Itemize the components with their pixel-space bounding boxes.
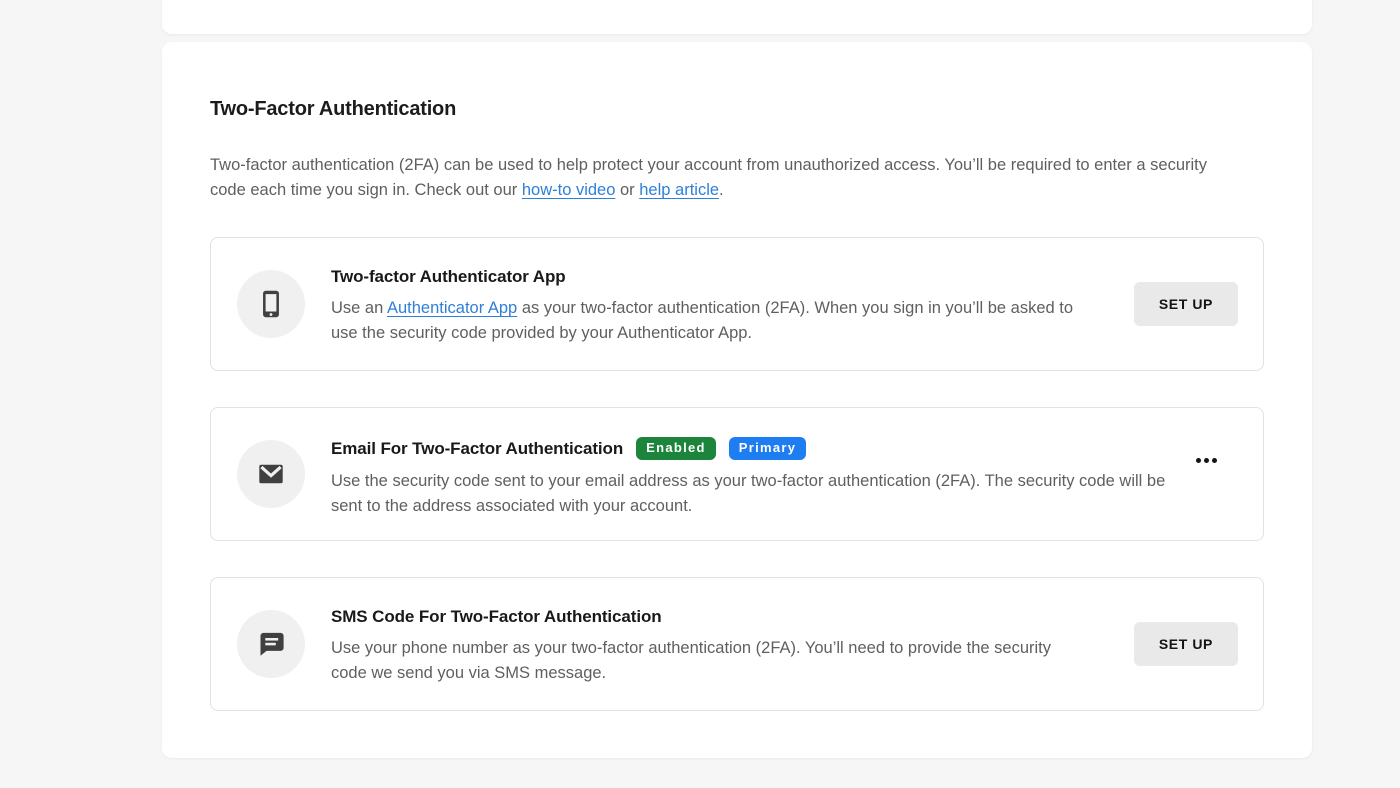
section-description: Two-factor authentication (2FA) can be u… xyxy=(210,153,1242,203)
how-to-video-link[interactable]: how-to video xyxy=(522,181,616,199)
card-description: Use your phone number as your two-factor… xyxy=(331,636,1061,686)
ellipsis-menu-icon[interactable] xyxy=(1194,452,1219,469)
sms-2fa-card: SMS Code For Two-Factor Authentication U… xyxy=(210,577,1264,711)
card-content: Two-factor Authenticator App Use an Auth… xyxy=(331,238,1134,370)
enabled-status-badge: Enabled xyxy=(636,437,716,460)
intro-text: . xyxy=(719,181,724,199)
page-title: Two-Factor Authentication xyxy=(210,42,1264,121)
authenticator-app-link[interactable]: Authenticator App xyxy=(387,299,517,317)
card-title: Two-factor Authenticator App xyxy=(331,267,566,287)
intro-text: or xyxy=(615,181,639,199)
authenticator-app-card: Two-factor Authenticator App Use an Auth… xyxy=(210,237,1264,371)
card-description: Use an Authenticator App as your two-fac… xyxy=(331,296,1083,346)
card-content: Email For Two-Factor Authentication Enab… xyxy=(331,408,1194,540)
help-article-link[interactable]: help article xyxy=(639,181,719,199)
previous-section-card-edge xyxy=(162,0,1312,34)
desc-text: Use an xyxy=(331,299,387,317)
mobile-phone-icon xyxy=(237,270,305,338)
two-factor-settings-panel: Two-Factor Authentication Two-factor aut… xyxy=(162,42,1312,758)
email-2fa-card: Email For Two-Factor Authentication Enab… xyxy=(210,407,1264,541)
card-title: Email For Two-Factor Authentication xyxy=(331,439,623,459)
card-description: Use the security code sent to your email… xyxy=(331,469,1167,519)
card-title: SMS Code For Two-Factor Authentication xyxy=(331,607,662,627)
envelope-icon xyxy=(237,440,305,508)
sms-bubble-icon xyxy=(237,610,305,678)
card-content: SMS Code For Two-Factor Authentication U… xyxy=(331,578,1134,710)
page: Two-Factor Authentication Two-factor aut… xyxy=(0,0,1400,788)
sms-setup-button[interactable]: SET UP xyxy=(1134,622,1238,666)
card-action-area xyxy=(1194,408,1219,540)
authenticator-setup-button[interactable]: SET UP xyxy=(1134,282,1238,326)
card-action-area: SET UP xyxy=(1134,578,1238,710)
card-action-area: SET UP xyxy=(1134,238,1238,370)
primary-status-badge: Primary xyxy=(729,437,807,460)
